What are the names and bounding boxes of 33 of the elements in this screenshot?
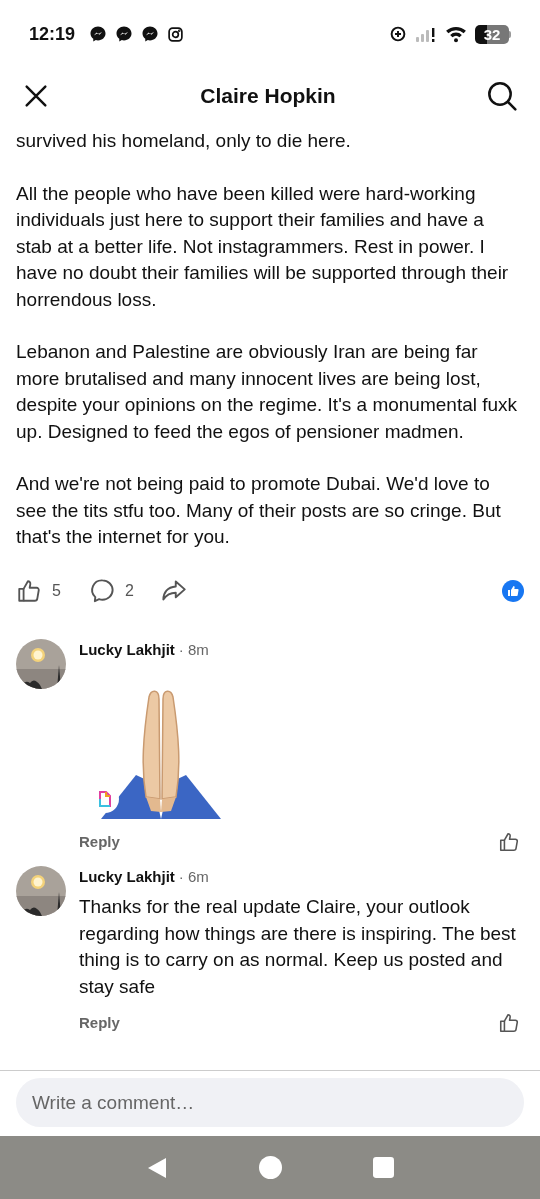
- status-time: 12:19: [29, 22, 76, 46]
- comment-input[interactable]: Write a comment…: [16, 1078, 524, 1127]
- messenger-icon: [115, 25, 134, 43]
- messenger-icon: [89, 25, 108, 43]
- post-paragraph: All the people who have been killed were hard-working individuals just here to support their families and have a stab at a better life. Not instagrammers. Rest in power. I have no doubt their families will be supported through their horrendous loss.: [16, 181, 510, 312]
- comment-time: · 8m: [178, 639, 209, 660]
- header-title: Claire Hopkin: [200, 83, 336, 110]
- messenger-icon: [141, 25, 160, 43]
- like-icon[interactable]: [498, 1012, 520, 1035]
- wifi-icon: [445, 25, 467, 43]
- like-icon[interactable]: [16, 577, 42, 604]
- like-reaction-icon: [502, 579, 524, 602]
- post-paragraph: And we're not being paid to promote Dubai. We'd love to see the tits stfu too. Many of their posts are so cringe. But that's the internet for you.: [16, 472, 502, 549]
- comment-author[interactable]: Lucky Lakhjit: [79, 638, 175, 661]
- reply-link[interactable]: Reply: [79, 831, 120, 854]
- comment-text: Thanks for the real update Claire, your outlook regarding how things are there is inspiring. The best thing is to carry on as normal. Keep us posted and stay safe: [79, 895, 517, 999]
- comment-time: · 6m: [178, 866, 209, 887]
- comment-count: 2: [124, 580, 134, 601]
- reply-link[interactable]: Reply: [79, 1012, 120, 1035]
- file-icon: [98, 791, 112, 807]
- like-icon[interactable]: [498, 831, 520, 854]
- like-count: 5: [52, 580, 61, 601]
- comment-author[interactable]: Lucky Lakhjit: [79, 865, 175, 888]
- home-icon[interactable]: [259, 1156, 282, 1179]
- post-paragraph: survived his homeland, only to die here.: [16, 129, 352, 153]
- post-paragraph: Lebanon and Palestine are obviously Iran are being far more brutalised and many innocent lives are being lost, despite your opinions on the regime. It's a monumental fuxk up. Designed to feed the egos of pensioner madmen.: [16, 340, 519, 444]
- comment-icon[interactable]: [88, 577, 116, 604]
- search-icon[interactable]: [486, 80, 518, 112]
- close-icon[interactable]: [22, 82, 50, 110]
- camera-icon: [167, 25, 185, 43]
- signal-icon: [415, 25, 437, 43]
- recents-icon[interactable]: [373, 1157, 395, 1178]
- data-saver-icon: [389, 25, 407, 43]
